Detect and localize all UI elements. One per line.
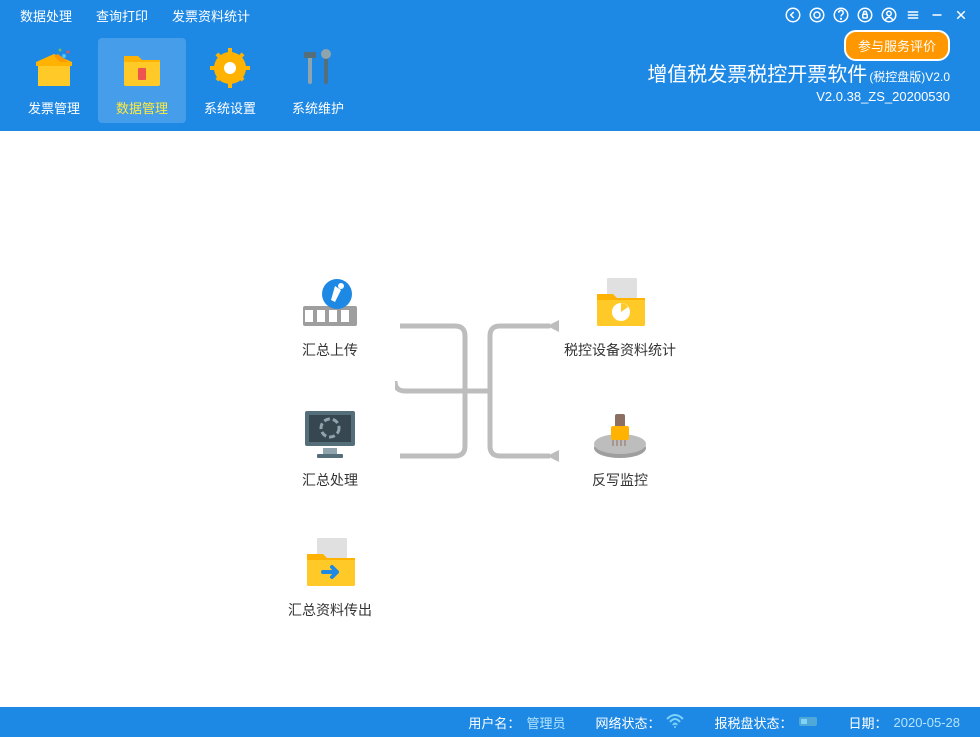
flow-summary-process[interactable]: 汇总处理 (265, 406, 395, 491)
menu-query-print[interactable]: 查询打印 (84, 2, 160, 29)
user-icon[interactable] (878, 4, 900, 26)
tools-icon (294, 44, 342, 92)
toolbar-system-settings[interactable]: 系统设置 (186, 38, 274, 123)
menu-lines-icon[interactable] (902, 4, 924, 26)
close-icon[interactable] (950, 4, 972, 26)
lock-icon[interactable] (854, 4, 876, 26)
box-icon (30, 44, 78, 92)
film-pen-icon (295, 276, 365, 331)
menubar: 数据处理 查询打印 发票资料统计 (0, 0, 980, 30)
flow-summary-export[interactable]: 汇总资料传出 (265, 536, 395, 621)
menu-data-process[interactable]: 数据处理 (8, 2, 84, 29)
flow-rewrite-monitor[interactable]: 反写监控 (555, 406, 685, 491)
flow-summary-upload[interactable]: 汇总上传 (265, 276, 395, 361)
menu-invoice-stats[interactable]: 发票资料统计 (160, 2, 262, 29)
app-version: V2.0.38_ZS_20200530 (647, 89, 950, 104)
status-tax-disk: 报税盘状态： (714, 713, 818, 732)
refresh-icon[interactable] (806, 4, 828, 26)
header: 数据处理 查询打印 发票资料统计 参与服务评价 发票管理 (0, 0, 980, 131)
flow-label: 反写监控 (592, 471, 648, 491)
flow-label: 汇总上传 (302, 341, 358, 361)
wifi-icon (666, 714, 684, 731)
toolbar: 发票管理 数据管理 系统设置 系统维护 (0, 30, 980, 131)
toolbar-label: 系统维护 (292, 98, 344, 117)
gear-icon (206, 44, 254, 92)
monitor-icon (295, 406, 365, 461)
minimize-icon[interactable] (926, 4, 948, 26)
flow-label: 汇总资料传出 (288, 601, 372, 621)
toolbar-label: 数据管理 (116, 98, 168, 117)
status-user: 用户名： 管理员 (468, 713, 565, 732)
title-block: 增值税发票税控开票软件 (税控盘版)V2.0 V2.0.38_ZS_202005… (647, 58, 970, 104)
status-network: 网络状态： (595, 713, 684, 732)
status-date: 日期： 2020-05-28 (848, 713, 960, 732)
disk-icon (798, 714, 818, 731)
flow-label: 税控设备资料统计 (564, 341, 676, 361)
toolbar-invoice-mgmt[interactable]: 发票管理 (10, 38, 98, 123)
statusbar: 用户名： 管理员 网络状态： 报税盘状态： 日期： 2020-05-28 (0, 707, 980, 737)
help-icon[interactable] (830, 4, 852, 26)
folder-icon (118, 44, 166, 92)
disk-brush-icon (585, 406, 655, 461)
folder-export-icon (295, 536, 365, 591)
nav-back-icon[interactable] (782, 4, 804, 26)
flow-tax-device-stats[interactable]: 税控设备资料统计 (555, 276, 685, 361)
flow-arrows (395, 316, 565, 496)
app-title: 增值税发票税控开票软件 (647, 58, 867, 87)
flow-label: 汇总处理 (302, 471, 358, 491)
app-title-sub: (税控盘版)V2.0 (869, 68, 950, 85)
content-area: 汇总上传 汇总处理 汇总资料传出 税控设备资料统计 反写监控 (0, 131, 980, 707)
folder-chart-icon (585, 276, 655, 331)
toolbar-system-maintain[interactable]: 系统维护 (274, 38, 362, 123)
toolbar-data-mgmt[interactable]: 数据管理 (98, 38, 186, 123)
toolbar-label: 系统设置 (204, 98, 256, 117)
toolbar-label: 发票管理 (28, 98, 80, 117)
